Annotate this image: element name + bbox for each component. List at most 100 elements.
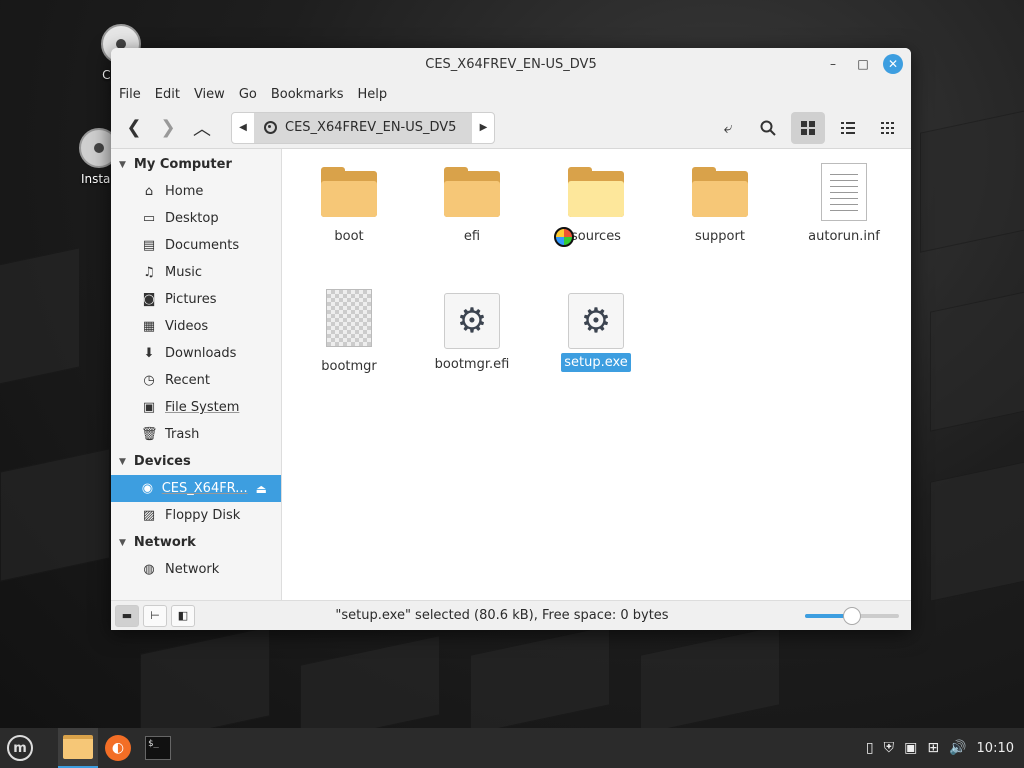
menu-bookmarks[interactable]: Bookmarks [271, 87, 344, 102]
close-button[interactable]: ✕ [883, 54, 903, 74]
folder-icon: ▬ [121, 609, 133, 622]
file-item-efi[interactable]: efi [422, 167, 522, 246]
sidebar-item-label: Trash [165, 427, 200, 442]
sidebar-item-desktop[interactable]: ▭ Desktop [111, 205, 281, 232]
file-item-bootmgr[interactable]: bootmgr [299, 289, 399, 376]
disc-icon: ◉ [141, 481, 154, 496]
show-places-button[interactable]: ▬ [115, 604, 139, 627]
sidebar-item-pictures[interactable]: ◙ Pictures [111, 286, 281, 313]
volume-icon[interactable]: 🔊 [949, 740, 966, 756]
taskbar-firefox[interactable]: ◐ [98, 728, 138, 768]
zoom-slider[interactable] [805, 606, 899, 625]
titlebar[interactable]: CES_X64FREV_EN-US_DV5 – □ ✕ [111, 48, 911, 81]
sidebar-item-label: Music [165, 265, 202, 280]
sidebar-item-documents[interactable]: ▤ Documents [111, 232, 281, 259]
sidebar-item-recent[interactable]: ◷ Recent [111, 367, 281, 394]
path-crumb-label: CES_X64FREV_EN-US_DV5 [285, 120, 457, 135]
taskbar-terminal[interactable]: $_ [138, 728, 178, 768]
sidebar-item-downloads[interactable]: ⬇ Downloads [111, 340, 281, 367]
file-name: bootmgr.efi [434, 357, 510, 372]
tree-icon: ⊢ [150, 609, 160, 622]
search-button[interactable] [751, 112, 785, 144]
clipboard-icon[interactable]: ▯ [866, 740, 874, 756]
sidebar-section-my-computer[interactable]: ▼ My Computer [111, 151, 281, 178]
drive-icon: ▣ [142, 400, 156, 415]
file-item-bootmgr-efi[interactable]: ⚙ bootmgr.efi [422, 293, 522, 374]
show-treeview-button[interactable]: ⊢ [143, 604, 167, 627]
shield-icon[interactable]: ⛨ [884, 740, 895, 756]
menu-file[interactable]: File [119, 87, 141, 102]
menu-help[interactable]: Help [357, 87, 387, 102]
file-item-sources[interactable]: sources [546, 167, 646, 247]
update-manager-icon[interactable]: ▣ [904, 740, 917, 756]
triangle-left-icon: ◀ [239, 122, 247, 133]
firefox-icon: ◐ [105, 735, 131, 761]
menu-button[interactable]: m [0, 728, 40, 768]
sidebar: ▼ My Computer ⌂ Home ▭ Desktop ▤ Documents … [111, 149, 282, 600]
file-name: efi [463, 229, 481, 244]
file-item-boot[interactable]: boot [299, 167, 399, 246]
file-name: boot [334, 229, 364, 244]
menu-view[interactable]: View [194, 87, 225, 102]
forward-button[interactable]: ❯ [151, 112, 185, 144]
breadcrumb: ◀ CES_X64FREV_EN-US_DV5 ▶ [231, 111, 496, 144]
status-text: "setup.exe" selected (80.6 kB), Free spa… [335, 608, 669, 623]
up-button[interactable]: ︿ [185, 112, 219, 144]
folder-icon [692, 167, 748, 217]
toggle-location-button[interactable]: ⤶ [711, 112, 745, 144]
clock-icon: ◷ [143, 373, 155, 388]
sidebar-item-music[interactable]: ♫ Music [111, 259, 281, 286]
desktop-icon: ▭ [142, 211, 156, 226]
expander-icon: ▼ [119, 456, 126, 467]
sidebar-item-disc[interactable]: ◉ CES_X64FR... ⏏ [111, 475, 281, 502]
eject-icon[interactable]: ⏏ [256, 482, 267, 496]
sidebar-item-home[interactable]: ⌂ Home [111, 178, 281, 205]
menu-go[interactable]: Go [239, 87, 257, 102]
hide-sidebar-button[interactable]: ◧ [171, 604, 195, 627]
sidebar-section-network[interactable]: ▼ Network [111, 529, 281, 556]
minimize-button[interactable]: – [823, 54, 843, 74]
folder-icon [321, 167, 377, 217]
sidebar-section-title: Network [133, 535, 196, 550]
file-item-support[interactable]: support [670, 167, 770, 246]
compact-view-button[interactable] [871, 112, 905, 144]
file-item-autorun[interactable]: autorun.inf [794, 163, 894, 246]
file-name: sources [571, 229, 621, 244]
music-icon: ♫ [143, 265, 155, 280]
zoom-handle[interactable] [843, 606, 861, 625]
sidebar-item-file-system[interactable]: ▣ File System [111, 394, 281, 421]
menu-edit[interactable]: Edit [155, 87, 180, 102]
sidebar-item-videos[interactable]: ▦ Videos [111, 313, 281, 340]
sidebar-item-label: Home [165, 184, 204, 199]
sidebar-item-network[interactable]: ◍ Network [111, 556, 281, 583]
sidebar-item-trash[interactable]: 🗑 Trash [111, 421, 281, 448]
folder-icon [568, 167, 624, 217]
list-icon [841, 121, 855, 134]
maximize-button[interactable]: □ [853, 54, 873, 74]
sidebar-section-devices[interactable]: ▼ Devices [111, 448, 281, 475]
path-crumb-current[interactable]: CES_X64FREV_EN-US_DV5 [254, 112, 473, 143]
mint-logo-icon: m [7, 735, 33, 761]
list-view-button[interactable] [831, 112, 865, 144]
film-icon: ▦ [142, 319, 156, 334]
file-name: support [695, 229, 745, 244]
floppy-icon: ▨ [142, 508, 156, 523]
icon-view-button[interactable] [791, 111, 825, 144]
triangle-right-icon: ▶ [479, 122, 488, 133]
binary-file-icon [326, 289, 372, 347]
path-left-button[interactable]: ◀ [232, 113, 254, 143]
folder-icon [444, 167, 500, 217]
back-button[interactable]: ❮ [117, 112, 151, 144]
sidebar-item-label: Documents [165, 238, 240, 253]
network-icon[interactable]: ⊞ [927, 740, 939, 756]
file-name: setup.exe [561, 353, 631, 372]
home-icon: ⌂ [144, 184, 154, 199]
sidebar-section-title: My Computer [133, 157, 232, 172]
taskbar-file-manager[interactable] [58, 728, 98, 768]
clock[interactable]: 10:10 [977, 741, 1014, 756]
globe-icon: ◍ [143, 562, 155, 577]
sidebar-item-floppy[interactable]: ▨ Floppy Disk [111, 502, 281, 529]
path-right-button[interactable]: ▶ [472, 113, 494, 143]
busy-cursor-icon [554, 227, 574, 247]
file-item-setup-exe[interactable]: ⚙ setup.exe [546, 293, 646, 372]
